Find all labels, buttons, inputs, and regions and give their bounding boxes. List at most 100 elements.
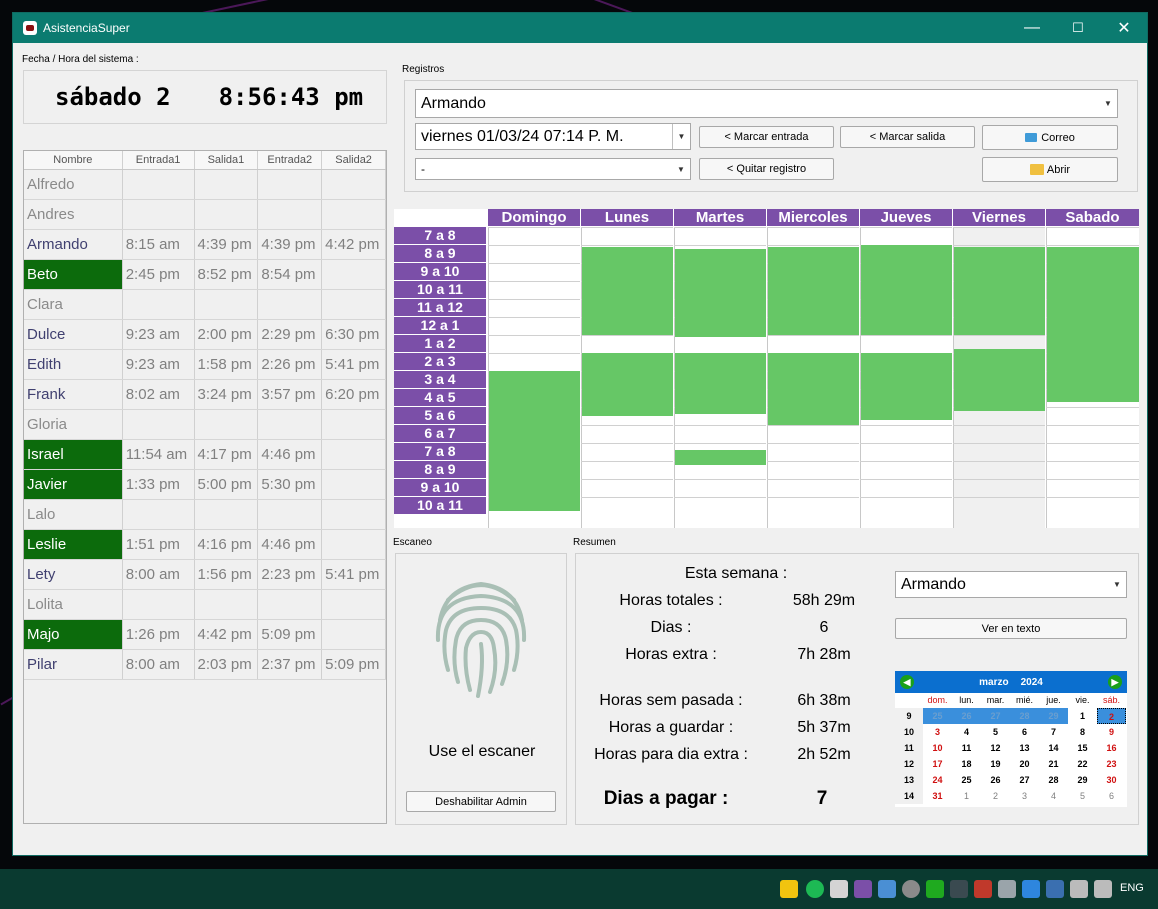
hour-cell[interactable] xyxy=(581,227,673,245)
calendar-day[interactable]: 27 xyxy=(1010,772,1039,788)
table-row[interactable]: Armando 8:15 am 4:39 pm 4:39 pm 4:42 pm xyxy=(24,230,386,260)
hour-cell[interactable] xyxy=(953,227,1045,245)
chat-icon[interactable] xyxy=(926,880,944,898)
table-row[interactable]: Leslie 1:51 pm 4:16 pm 4:46 pm xyxy=(24,530,386,560)
calendar-day[interactable]: 28 xyxy=(1039,772,1068,788)
col-header-salida1[interactable]: Salida1 xyxy=(195,151,259,169)
hour-cell[interactable] xyxy=(488,317,580,335)
hour-cell[interactable] xyxy=(953,479,1045,497)
table-row[interactable]: Andres xyxy=(24,200,386,230)
spotify-icon[interactable] xyxy=(806,880,824,898)
hour-cell[interactable] xyxy=(953,443,1045,461)
maximize-button[interactable]: ☐ xyxy=(1055,13,1101,43)
usb-icon[interactable] xyxy=(1070,880,1088,898)
calendar-day[interactable]: 17 xyxy=(923,756,952,772)
calendar-day[interactable]: 1 xyxy=(952,788,981,804)
table-row[interactable]: Lolita xyxy=(24,590,386,620)
calendar-day[interactable]: 14 xyxy=(1039,740,1068,756)
col-header-entrada1[interactable]: Entrada1 xyxy=(123,151,195,169)
tray-icon[interactable] xyxy=(854,880,872,898)
hour-cell[interactable] xyxy=(581,443,673,461)
calendar-day[interactable]: 26 xyxy=(952,708,981,724)
table-row[interactable]: Israel 11:54 am 4:17 pm 4:46 pm xyxy=(24,440,386,470)
hour-cell[interactable] xyxy=(860,461,952,479)
network-icon[interactable] xyxy=(998,880,1016,898)
calendar-day[interactable]: 21 xyxy=(1039,756,1068,772)
correo-button[interactable]: Correo xyxy=(982,125,1118,150)
calendar-day[interactable]: 7 xyxy=(1039,724,1068,740)
calendar-day[interactable]: 15 xyxy=(1068,740,1097,756)
employee-select[interactable]: Armando ▼ xyxy=(415,89,1118,118)
hour-cell[interactable] xyxy=(860,335,952,353)
hour-cell[interactable] xyxy=(581,425,673,443)
datetime-picker[interactable]: viernes 01/03/24 07:14 P. M. ▼ xyxy=(415,123,691,150)
marcar-entrada-button[interactable]: < Marcar entrada xyxy=(699,126,834,148)
calendar-day[interactable]: 28 xyxy=(1010,708,1039,724)
calendar-day[interactable]: 25 xyxy=(952,772,981,788)
hour-cell[interactable] xyxy=(1046,497,1139,515)
marcar-salida-button[interactable]: < Marcar salida xyxy=(840,126,975,148)
headphones-icon[interactable] xyxy=(902,880,920,898)
calendar-day[interactable]: 25 xyxy=(923,708,952,724)
calendar-day[interactable]: 30 xyxy=(1097,772,1126,788)
table-row[interactable]: Majo 1:26 pm 4:42 pm 5:09 pm xyxy=(24,620,386,650)
resumen-employee-select[interactable]: Armando ▼ xyxy=(895,571,1127,598)
hour-cell[interactable] xyxy=(581,461,673,479)
hour-cell[interactable] xyxy=(767,461,859,479)
calendar-day[interactable]: 8 xyxy=(1068,724,1097,740)
hour-cell[interactable] xyxy=(581,479,673,497)
mute-icon[interactable] xyxy=(950,880,968,898)
hour-cell[interactable] xyxy=(767,443,859,461)
table-row[interactable]: Lalo xyxy=(24,500,386,530)
hour-cell[interactable] xyxy=(674,479,766,497)
hour-cell[interactable] xyxy=(860,479,952,497)
shield-icon[interactable] xyxy=(1022,880,1040,898)
attendance-table[interactable]: Nombre Entrada1 Salida1 Entrada2 Salida2… xyxy=(23,150,387,824)
calendar-day[interactable]: 2 xyxy=(981,788,1010,804)
calendar-day[interactable]: 23 xyxy=(1097,756,1126,772)
app-tray-icon[interactable] xyxy=(830,880,848,898)
col-header-entrada2[interactable]: Entrada2 xyxy=(258,151,323,169)
calendar-day[interactable]: 13 xyxy=(1010,740,1039,756)
calendar-day[interactable]: 4 xyxy=(952,724,981,740)
hour-cell[interactable] xyxy=(767,227,859,245)
calendar-day[interactable]: 18 xyxy=(952,756,981,772)
hour-cell[interactable] xyxy=(953,425,1045,443)
table-row[interactable]: Frank 8:02 am 3:24 pm 3:57 pm 6:20 pm xyxy=(24,380,386,410)
calendar-day[interactable]: 2 xyxy=(1097,708,1126,724)
calendar-day[interactable]: 11 xyxy=(952,740,981,756)
close-button[interactable]: ✕ xyxy=(1101,13,1147,43)
hour-cell[interactable] xyxy=(860,227,952,245)
hour-cell[interactable] xyxy=(767,335,859,353)
calendar-day[interactable]: 9 xyxy=(1097,724,1126,740)
calendar-day[interactable]: 29 xyxy=(1068,772,1097,788)
ver-en-texto-button[interactable]: Ver en texto xyxy=(895,618,1127,639)
table-row[interactable]: Alfredo xyxy=(24,170,386,200)
hour-cell[interactable] xyxy=(860,425,952,443)
hour-cell[interactable] xyxy=(674,425,766,443)
hour-cell[interactable] xyxy=(581,497,673,515)
hour-cell[interactable] xyxy=(674,335,766,353)
calendar-day[interactable]: 4 xyxy=(1039,788,1068,804)
table-row[interactable]: Edith 9:23 am 1:58 pm 2:26 pm 5:41 pm xyxy=(24,350,386,380)
deshabilitar-admin-button[interactable]: Deshabilitar Admin xyxy=(406,791,556,812)
table-row[interactable]: Lety 8:00 am 1:56 pm 2:23 pm 5:41 pm xyxy=(24,560,386,590)
hour-cell[interactable] xyxy=(1046,227,1139,245)
hour-cell[interactable] xyxy=(1046,443,1139,461)
prev-month-icon[interactable]: ◀ xyxy=(900,675,914,689)
hour-cell[interactable] xyxy=(767,497,859,515)
calendar[interactable]: ◀ marzo 2024 ▶ dom. lun. mar. mié. jue. vie. s… xyxy=(895,671,1127,807)
security-icon[interactable] xyxy=(1046,880,1064,898)
hour-cell[interactable] xyxy=(488,299,580,317)
hour-cell[interactable] xyxy=(953,461,1045,479)
calendar-day[interactable]: 27 xyxy=(981,708,1010,724)
hour-cell[interactable] xyxy=(767,479,859,497)
calendar-day[interactable]: 29 xyxy=(1039,708,1068,724)
calendar-day[interactable]: 24 xyxy=(923,772,952,788)
calendar-day[interactable]: 10 xyxy=(923,740,952,756)
hour-cell[interactable] xyxy=(953,497,1045,515)
google-drive-icon[interactable] xyxy=(780,880,798,898)
hour-cell[interactable] xyxy=(1046,407,1139,425)
weekly-schedule[interactable]: Domingo Lunes Martes Miercoles Jueves Viernes… xyxy=(394,209,1139,528)
calendar-day[interactable]: 6 xyxy=(1097,788,1126,804)
